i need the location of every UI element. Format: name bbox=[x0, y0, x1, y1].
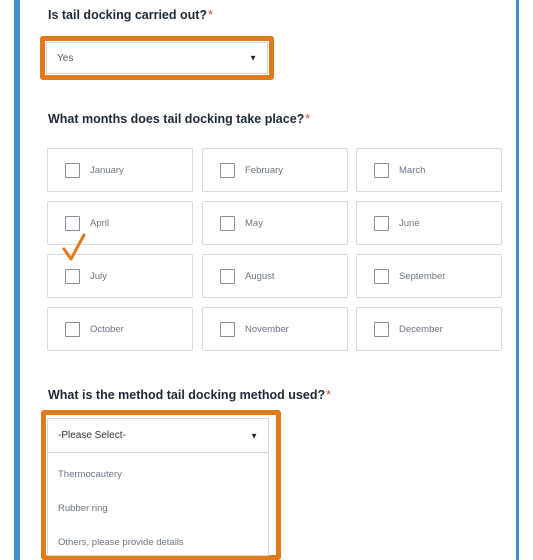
month-label: March bbox=[399, 164, 426, 176]
month-option-december[interactable]: December bbox=[356, 307, 502, 351]
chevron-down-icon: ▼ bbox=[249, 53, 257, 63]
month-checkbox[interactable] bbox=[65, 268, 80, 284]
dropdown-option-others[interactable]: Others, please provide details bbox=[58, 537, 184, 548]
dropdown-option-thermocautery[interactable]: Thermocautery bbox=[58, 469, 122, 480]
month-label: October bbox=[90, 323, 124, 335]
month-checkbox[interactable] bbox=[220, 321, 235, 337]
month-label: January bbox=[90, 164, 124, 176]
month-label: June bbox=[399, 217, 420, 229]
month-option-february[interactable]: February bbox=[202, 148, 348, 192]
month-label: July bbox=[90, 270, 107, 282]
month-option-september[interactable]: September bbox=[356, 254, 502, 298]
month-label: August bbox=[245, 270, 275, 282]
month-option-january[interactable]: January bbox=[47, 148, 193, 192]
month-option-october[interactable]: October bbox=[47, 307, 193, 351]
month-option-november[interactable]: November bbox=[202, 307, 348, 351]
tail-docking-select-value: Yes bbox=[57, 52, 74, 64]
question-docking-months: What months does tail docking take place… bbox=[48, 112, 310, 126]
month-option-june[interactable]: June bbox=[356, 201, 502, 245]
month-label: April bbox=[90, 217, 110, 229]
month-option-may[interactable]: May bbox=[202, 201, 348, 245]
month-checkbox[interactable] bbox=[65, 215, 80, 231]
month-label: November bbox=[245, 323, 289, 335]
question-docking-method: What is the method tail docking method u… bbox=[48, 388, 331, 402]
month-checkbox[interactable] bbox=[220, 162, 235, 178]
month-checkbox[interactable] bbox=[65, 321, 80, 337]
month-checkbox[interactable] bbox=[374, 215, 389, 231]
month-label: February bbox=[245, 164, 284, 176]
left-accent-border bbox=[14, 0, 20, 560]
month-checkbox[interactable] bbox=[374, 321, 389, 337]
right-accent-border bbox=[516, 0, 519, 560]
method-select-value: -Please Select- bbox=[58, 430, 126, 441]
month-option-august[interactable]: August bbox=[202, 254, 348, 298]
question-docking-method-label: What is the method tail docking method u… bbox=[48, 388, 326, 402]
month-label: September bbox=[399, 270, 446, 282]
chevron-down-icon: ▼ bbox=[250, 431, 258, 440]
required-marker: * bbox=[208, 8, 213, 22]
month-option-march[interactable]: March bbox=[356, 148, 502, 192]
month-label: December bbox=[399, 323, 443, 335]
tail-docking-select[interactable]: Yes ▼ bbox=[46, 42, 268, 74]
month-checkbox[interactable] bbox=[220, 268, 235, 284]
question-docking-months-label: What months does tail docking take place… bbox=[48, 112, 305, 126]
method-dropdown[interactable]: -Please Select- ▼ Thermocautery Rubber r… bbox=[47, 418, 269, 556]
required-marker: * bbox=[305, 112, 311, 126]
method-select[interactable]: -Please Select- ▼ bbox=[48, 419, 268, 453]
month-checkbox[interactable] bbox=[65, 162, 80, 178]
required-marker: * bbox=[326, 388, 331, 402]
question-tail-docking-label: Is tail docking carried out? bbox=[48, 8, 208, 22]
month-checkbox[interactable] bbox=[374, 162, 389, 178]
month-checkbox[interactable] bbox=[220, 215, 235, 231]
month-checkbox[interactable] bbox=[374, 268, 389, 284]
month-label: May bbox=[245, 217, 263, 229]
dropdown-option-rubber-ring[interactable]: Rubber ring bbox=[58, 503, 108, 514]
question-tail-docking: Is tail docking carried out?* bbox=[48, 8, 213, 22]
checkmark-icon bbox=[62, 233, 86, 261]
